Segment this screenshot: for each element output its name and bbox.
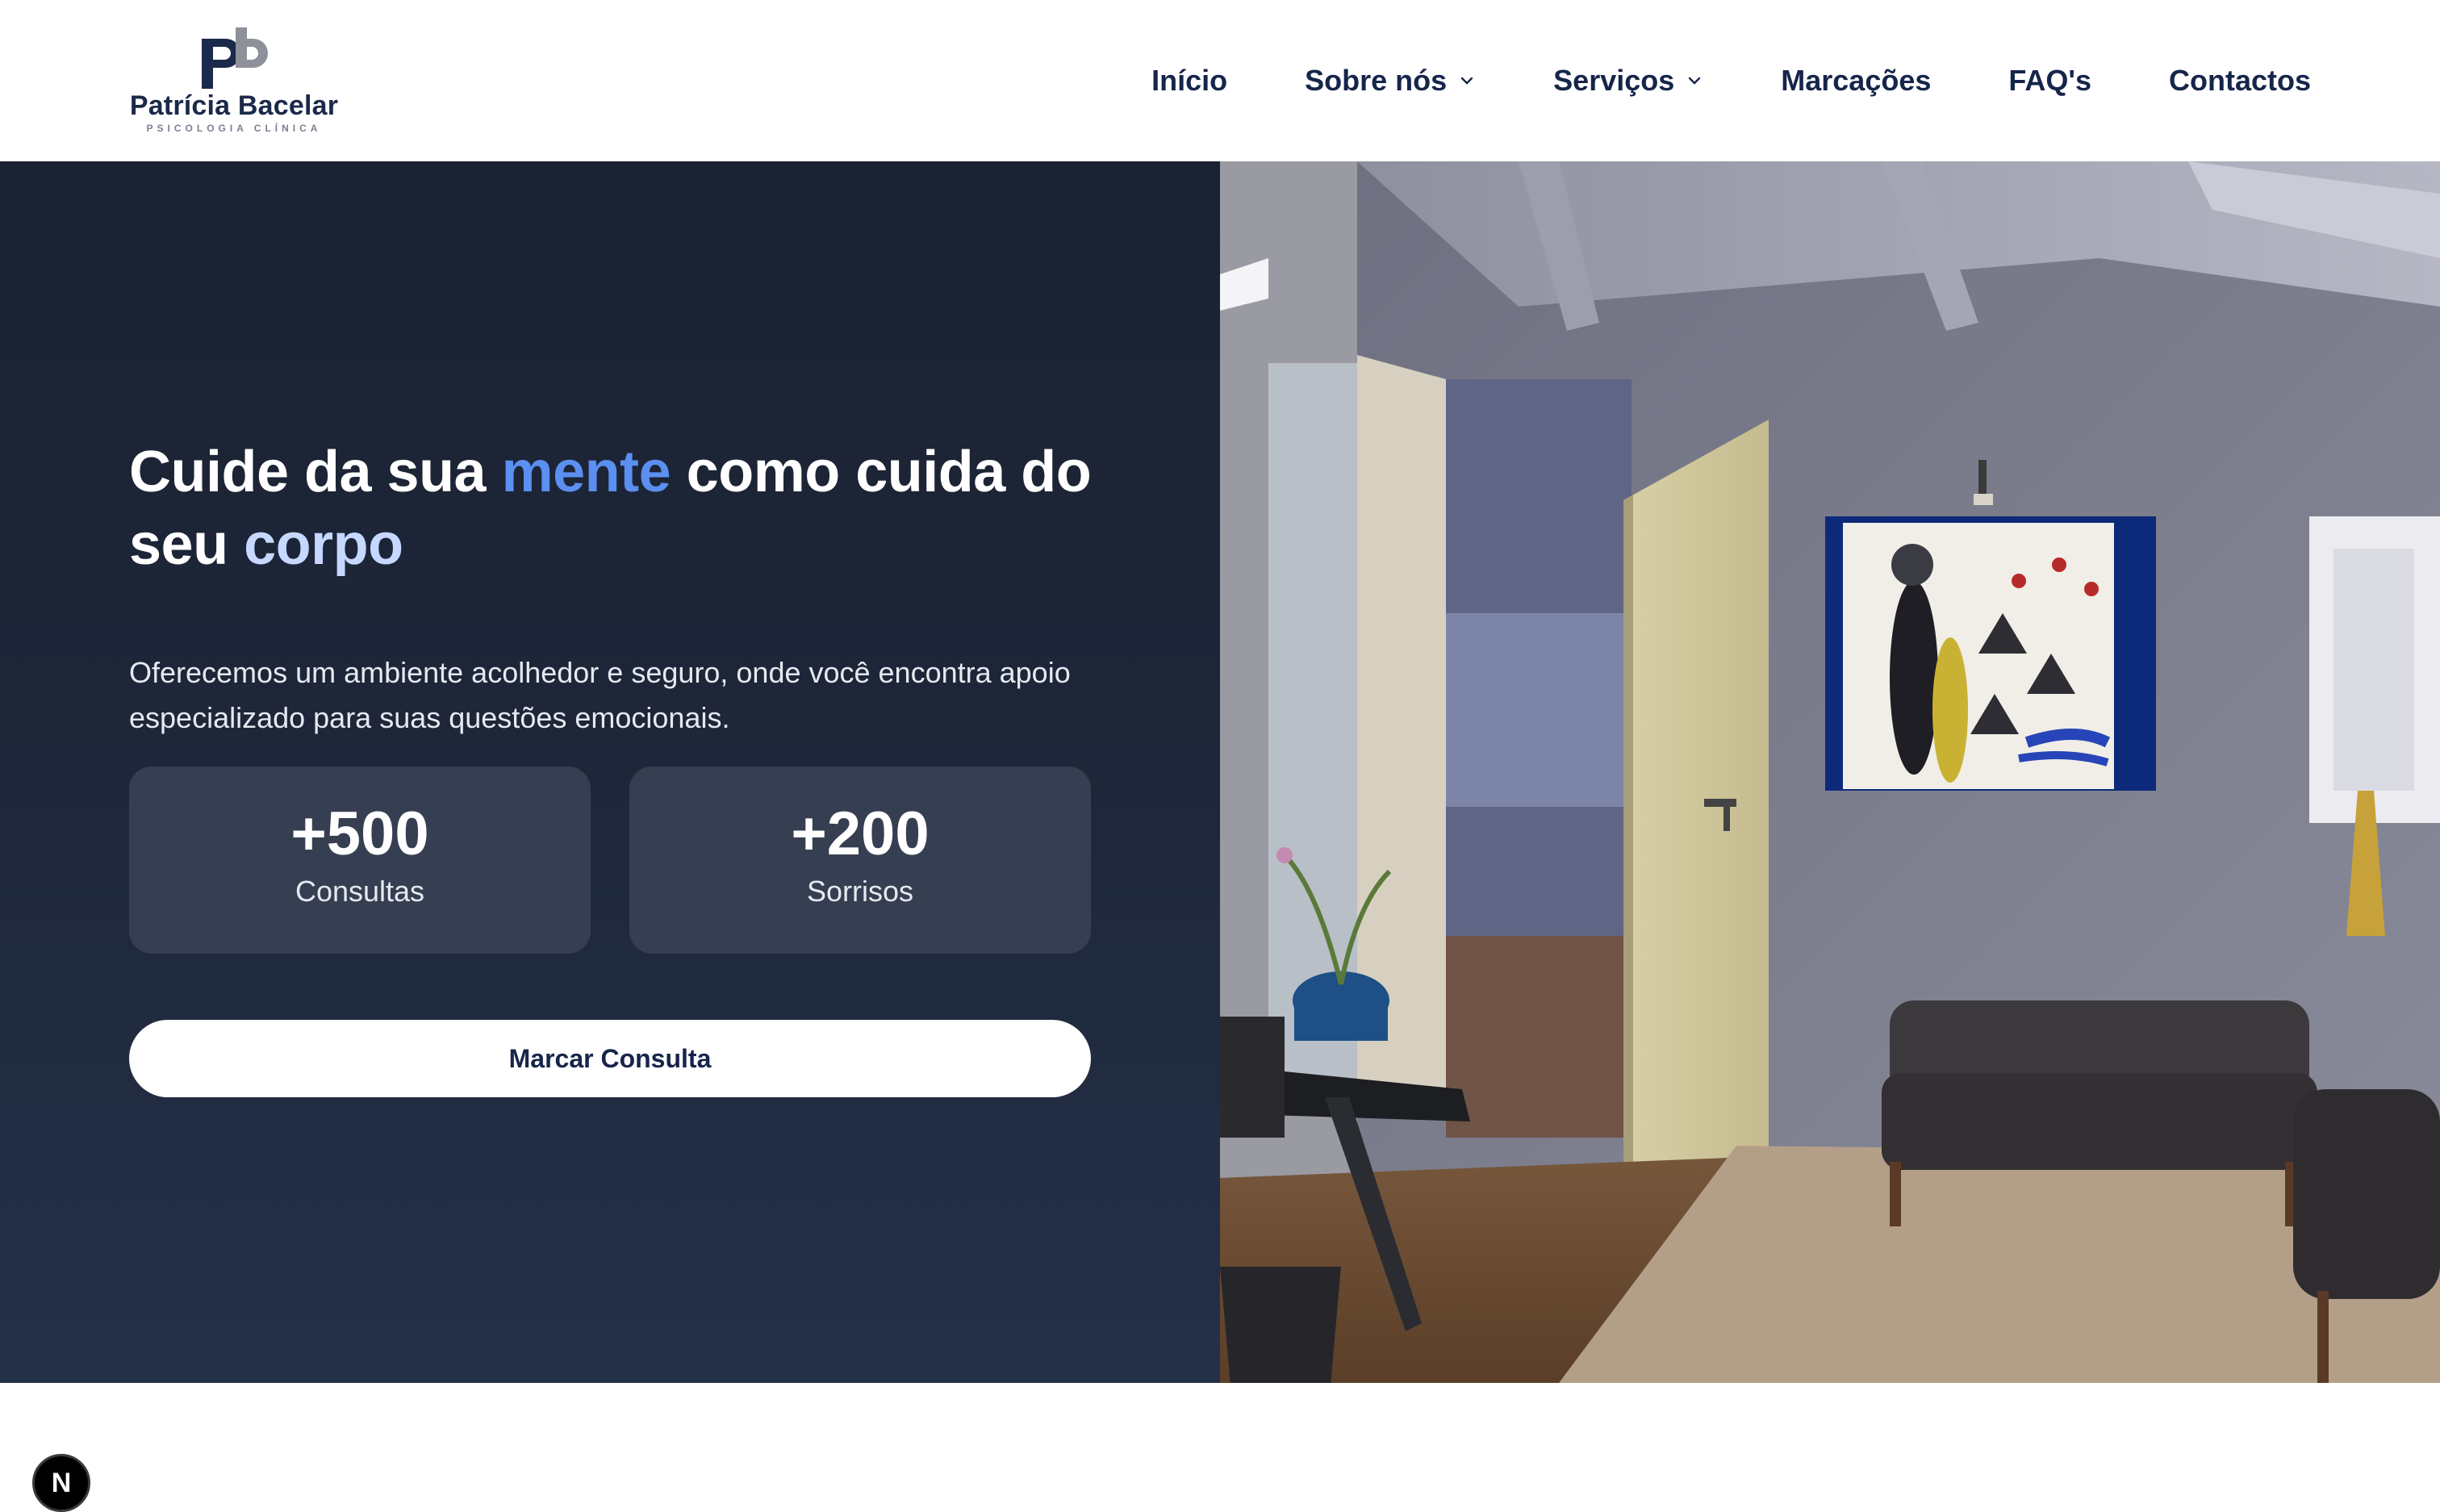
book-appointment-button[interactable]: Marcar Consulta: [129, 1020, 1091, 1097]
nav-item-servicos[interactable]: Serviços: [1553, 64, 1703, 98]
nav-item-label: Sobre nós: [1305, 64, 1448, 97]
nav-item-label: Início: [1151, 64, 1228, 97]
stat-card-consultas: +500 Consultas: [129, 766, 591, 954]
hero-headline: Cuide da sua mente como cuida do seu cor…: [129, 436, 1138, 581]
hero-subtitle: Oferecemos um ambiente acolhedor e segur…: [129, 656, 1071, 734]
office-photo: [1220, 161, 2440, 1383]
stat-value: +200: [791, 800, 930, 868]
dev-tools-badge[interactable]: N: [32, 1454, 90, 1512]
brand-logo[interactable]: Patrícia Bacelar PSICOLOGIA CLÍNICA: [129, 24, 339, 137]
nav-item-faqs[interactable]: FAQ's: [2008, 64, 2091, 98]
hero-section: Cuide da sua mente como cuida do seu cor…: [0, 161, 1220, 1512]
nav-item-label: Contactos: [2168, 64, 2311, 97]
main-nav: Início Sobre nós Serviços Marcações FAQ'…: [1151, 0, 2311, 161]
office-illustration: [1220, 161, 2440, 1383]
brand-tagline: PSICOLOGIA CLÍNICA: [146, 123, 322, 134]
nav-item-inicio[interactable]: Início: [1151, 64, 1227, 98]
headline-text: Cuide da sua: [129, 440, 502, 504]
stat-value: +500: [290, 800, 429, 868]
chevron-down-icon: [1460, 77, 1473, 85]
nav-item-label: Serviços: [1553, 64, 1675, 97]
stat-label: Consultas: [295, 875, 425, 908]
brand-name: Patrícia Bacelar: [129, 90, 339, 121]
site-header: Patrícia Bacelar PSICOLOGIA CLÍNICA Iníc…: [0, 0, 2440, 161]
chevron-down-icon: [1689, 77, 1701, 85]
nav-item-contactos[interactable]: Contactos: [2169, 64, 2311, 98]
nav-item-sobre-nos[interactable]: Sobre nós: [1305, 64, 1476, 98]
nav-item-marcacoes[interactable]: Marcações: [1781, 64, 1931, 98]
logo-monogram-icon: [202, 27, 268, 89]
headline-highlight-corpo: corpo: [244, 512, 403, 577]
stat-label: Sorrisos: [806, 875, 914, 908]
nav-item-label: Marcações: [1781, 64, 1932, 97]
stat-card-sorrisos: +200 Sorrisos: [629, 766, 1091, 954]
headline-highlight-mente: mente: [501, 440, 671, 504]
nav-item-label: FAQ's: [2008, 64, 2091, 97]
